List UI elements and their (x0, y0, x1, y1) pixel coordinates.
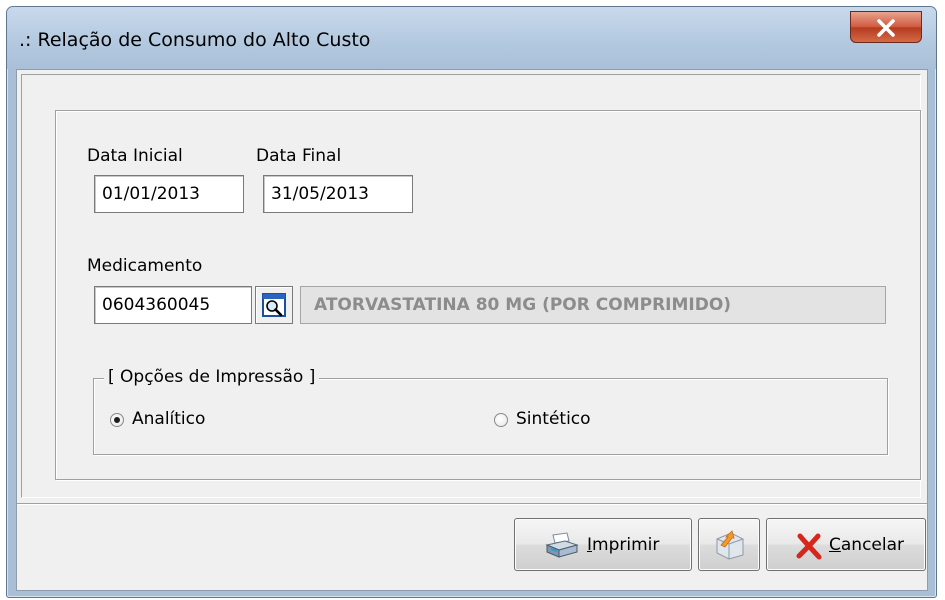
radio-sintetico[interactable] (494, 413, 508, 427)
medicamento-description: ATORVASTATINA 80 MG (POR COMPRIMIDO) (300, 286, 886, 324)
radio-analitico-label: Analítico (132, 409, 206, 429)
magnifier-icon (262, 293, 286, 317)
data-final-label: Data Final (256, 146, 342, 166)
data-inicial-input[interactable] (94, 175, 244, 213)
medicamento-search-button[interactable] (255, 286, 293, 324)
radio-sintetico-label: Sintético (516, 409, 591, 429)
printer-icon (545, 532, 579, 558)
export-icon (716, 530, 744, 560)
medicamento-label: Medicamento (87, 256, 203, 276)
cancelar-label: Cancelar (829, 535, 905, 555)
cancelar-button[interactable]: Cancelar (766, 518, 926, 571)
footer-separator (17, 503, 927, 505)
dialog-window: .: Relação de Consumo do Alto Custo Data… (6, 6, 937, 598)
radio-analitico[interactable] (110, 413, 124, 427)
cancel-x-icon (796, 533, 822, 560)
close-button[interactable] (850, 11, 922, 43)
data-inicial-label: Data Inicial (87, 146, 183, 166)
export-button[interactable] (698, 518, 760, 571)
radio-analitico-option[interactable]: Analítico (110, 409, 310, 433)
close-icon (877, 19, 895, 37)
content-panel: Data Inicial Data Final Medicamento ATOR… (21, 74, 921, 498)
dialog-body: Data Inicial Data Final Medicamento ATOR… (16, 69, 928, 591)
medicamento-code-input[interactable] (94, 286, 252, 324)
imprimir-button[interactable]: Imprimir (514, 518, 692, 571)
imprimir-label: Imprimir (587, 535, 660, 555)
data-final-input[interactable] (263, 175, 413, 213)
print-options-legend: [ Opções de Impressão ] (104, 367, 320, 387)
radio-sintetico-option[interactable]: Sintético (494, 409, 694, 433)
title-bar: .: Relação de Consumo do Alto Custo (7, 7, 936, 69)
window-title: .: Relação de Consumo do Alto Custo (19, 29, 371, 51)
